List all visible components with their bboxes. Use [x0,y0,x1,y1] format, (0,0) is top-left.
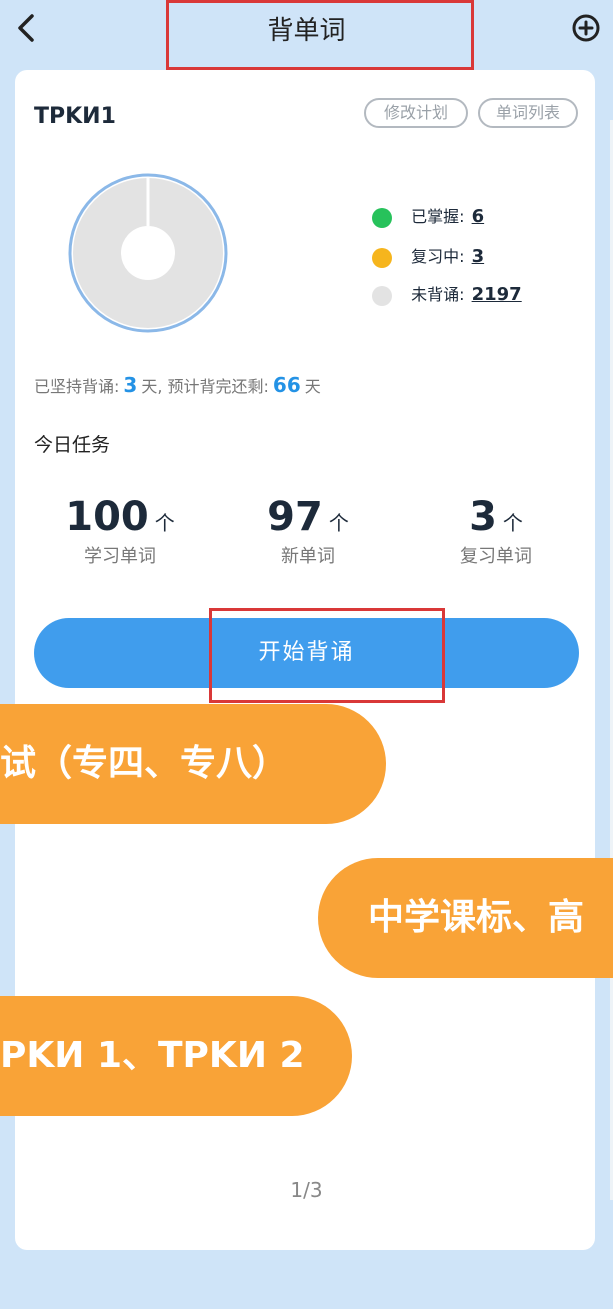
reviewing-dot-icon [372,247,392,268]
legend-value[interactable]: 6 [472,206,485,227]
legend-label: 未背诵: [411,285,465,304]
mastered-dot-icon [372,207,392,228]
banner-tag-school: 中学课标、高 [318,858,613,978]
modify-plan-button[interactable]: 修改计划 [364,98,468,128]
stat-new-words: 97 个 新单词 [267,494,349,567]
legend-reviewing[interactable]: 复习中: 3 [372,243,484,269]
plan-name: TPKИ1 [34,104,116,129]
word-list-button[interactable]: 单词列表 [478,98,578,128]
legend-label: 复习中: [411,247,465,266]
title-highlight-box [166,0,474,70]
top-bar: 背单词 [0,0,613,70]
legend-mastered[interactable]: 已掌握: 6 [372,203,484,229]
remaining-days: 66 [272,373,301,397]
button-highlight-box [209,608,445,703]
legend-unlearned[interactable]: 未背诵: 2197 [372,281,522,307]
legend-label: 已掌握: [411,207,465,226]
banner-tag-exam: 试（专四、专八） [0,704,386,824]
legend-value[interactable]: 2197 [472,284,522,305]
add-circle-icon[interactable] [570,12,602,44]
progress-donut-chart [68,173,228,333]
banner-tag-trki: PKИ 1、TPKИ 2 [0,996,352,1116]
streak-text: 已坚持背诵: 3 天, 预计背完还剩: 66 天 [34,373,321,397]
streak-days: 3 [123,373,138,397]
stat-review-words: 3个 复习单词 [460,494,532,567]
stat-study-words: 100 个 学习单词 [65,494,175,567]
legend-value[interactable]: 3 [472,246,485,267]
unlearned-dot-icon [372,285,392,306]
today-task-title: 今日任务 [34,434,111,456]
page-indicator: 1/3 [290,1178,323,1202]
donut-hole [121,226,175,280]
